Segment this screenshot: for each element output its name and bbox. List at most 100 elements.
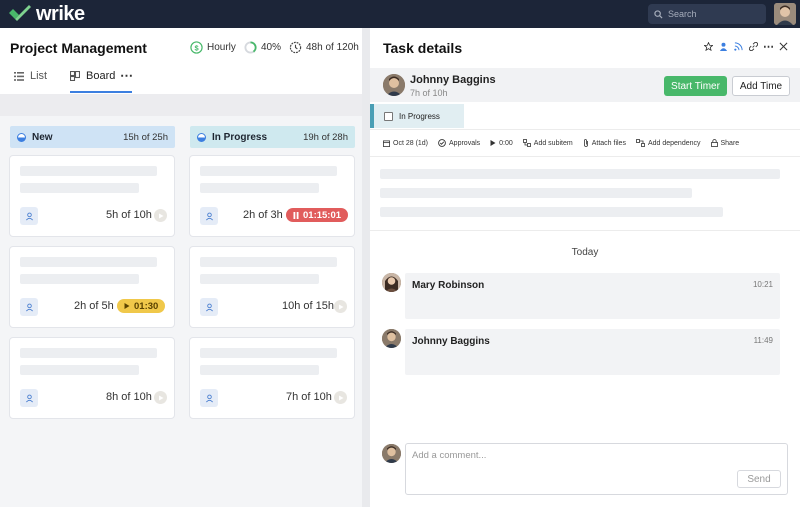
close-icon[interactable]	[779, 42, 788, 51]
play-icon	[490, 140, 496, 146]
play-timer-icon[interactable]	[154, 209, 167, 222]
more-options-icon[interactable]: ⋯	[120, 68, 133, 84]
assignee-icon[interactable]	[20, 389, 38, 407]
text-placeholder	[200, 348, 337, 358]
task-actions: ⋯	[704, 41, 788, 53]
timer-button[interactable]: 0:00	[490, 140, 513, 147]
description-placeholder	[380, 169, 780, 179]
dependency-icon	[636, 139, 645, 147]
assignee-icon[interactable]	[20, 298, 38, 316]
assignee-icon[interactable]	[200, 298, 218, 316]
more-options-icon[interactable]: ⋯	[763, 41, 774, 53]
comment: Johnny Baggins 11:49	[405, 329, 780, 375]
play-timer-icon[interactable]	[154, 391, 167, 404]
card-hours: 10h of 15h	[282, 300, 334, 312]
clock-icon	[289, 41, 302, 54]
subitem-icon	[522, 139, 531, 147]
attach-files-label: Attach files	[591, 139, 626, 147]
top-navigation-bar: wrike Search	[0, 0, 800, 28]
project-header: Project Management $ Hourly 40% 48h of 1…	[0, 28, 362, 94]
current-user-avatar	[382, 444, 401, 463]
divider	[370, 230, 800, 231]
task-card[interactable]: 8h of 10h	[9, 337, 175, 419]
assignee-time: 7h of 10h	[410, 88, 448, 98]
task-toolbar: Oct 28 (1d) Approvals 0:00 Add subitem A…	[370, 129, 800, 157]
commenter-avatar[interactable]	[382, 329, 401, 348]
tab-board-label: Board	[86, 70, 116, 82]
task-card[interactable]: 7h of 10h	[189, 337, 355, 419]
tab-list[interactable]: List	[14, 70, 47, 82]
add-dependency-button[interactable]: Add dependency	[636, 139, 701, 147]
progress-label: 40%	[261, 42, 282, 53]
due-date[interactable]: Oct 28 (1d)	[383, 140, 428, 147]
comment-time: 11:49	[753, 336, 773, 345]
approvals-button[interactable]: Approvals	[438, 139, 480, 147]
attach-files-button[interactable]: Attach files	[583, 139, 626, 147]
share-button[interactable]: Share	[710, 139, 740, 147]
active-tab-indicator	[70, 91, 132, 93]
share-label: Share	[720, 139, 740, 147]
add-subitem-button[interactable]: Add subitem	[522, 139, 573, 147]
play-timer-icon[interactable]	[334, 391, 347, 404]
wrike-logo[interactable]: wrike	[8, 3, 85, 25]
status-label: In Progress	[399, 111, 440, 121]
comment-input[interactable]	[412, 448, 712, 462]
column-header-in-progress[interactable]: In Progress 19h of 28h	[190, 126, 355, 148]
timer-badge[interactable]: 01:30	[117, 299, 166, 313]
card-hours: 7h of 10h	[286, 391, 332, 403]
task-card[interactable]: 2h of 5h 01:30	[9, 246, 175, 328]
text-placeholder	[200, 183, 319, 193]
add-subitem-label: Add subitem	[533, 139, 573, 147]
status-in-progress-icon	[197, 132, 206, 142]
play-timer-icon[interactable]	[334, 300, 347, 313]
description-placeholder	[380, 207, 723, 217]
project-progress: 40%	[244, 41, 281, 54]
column-hours: 19h of 28h	[303, 131, 348, 143]
link-icon[interactable]	[749, 42, 758, 51]
search-input[interactable]: Search	[648, 4, 766, 24]
comment: Mary Robinson 10:21	[405, 273, 780, 319]
timer-value: 01:30	[134, 300, 159, 312]
check-circle-icon	[438, 139, 446, 147]
user-avatar[interactable]	[774, 3, 796, 25]
column-label: In Progress	[212, 131, 268, 143]
timer-badge[interactable]: 01:15:01	[286, 208, 349, 222]
task-card[interactable]: 5h of 10h	[9, 155, 175, 237]
due-date-label: Oct 28 (1d)	[393, 139, 429, 147]
assignee-icon[interactable]	[200, 389, 218, 407]
tab-board[interactable]: Board	[70, 70, 115, 82]
task-status[interactable]: In Progress	[370, 104, 464, 128]
assignee-icon[interactable]	[20, 207, 38, 225]
assignee-name: Johnny Baggins	[410, 74, 496, 86]
panel-divider[interactable]	[362, 28, 370, 507]
column-hours: 15h of 25h	[123, 131, 168, 143]
card-hours: 2h of 5h	[74, 300, 114, 312]
task-card[interactable]: 2h of 3h 01:15:01	[189, 155, 355, 237]
text-placeholder	[20, 274, 139, 284]
task-details-panel: Task details ⋯ Johnny Baggins 7h of 10h …	[370, 28, 800, 507]
project-time: 48h of 120h	[289, 41, 359, 54]
start-timer-button[interactable]: Start Timer	[664, 76, 727, 96]
task-card[interactable]: 10h of 15h	[189, 246, 355, 328]
description-placeholder	[380, 188, 692, 198]
rss-icon[interactable]	[734, 42, 743, 51]
add-time-button[interactable]: Add Time	[732, 76, 790, 96]
card-hours: 8h of 10h	[106, 391, 152, 403]
task-details-title: Task details	[383, 40, 463, 56]
status-checkbox[interactable]	[384, 111, 393, 121]
commenter-avatar[interactable]	[382, 273, 401, 292]
logo-text: wrike	[36, 3, 85, 25]
text-placeholder	[20, 348, 157, 358]
card-hours: 5h of 10h	[106, 209, 152, 221]
star-icon[interactable]	[704, 42, 713, 51]
search-placeholder: Search	[668, 9, 697, 19]
progress-ring-icon	[244, 41, 257, 54]
comment-author: Johnny Baggins	[412, 336, 490, 347]
assignee-icon[interactable]	[719, 42, 728, 51]
time-label: 48h of 120h	[306, 42, 359, 53]
column-header-new[interactable]: New 15h of 25h	[10, 126, 175, 148]
assignee-icon[interactable]	[200, 207, 218, 225]
text-placeholder	[20, 183, 139, 193]
send-button[interactable]: Send	[737, 470, 781, 488]
assignee-avatar[interactable]	[383, 74, 405, 96]
